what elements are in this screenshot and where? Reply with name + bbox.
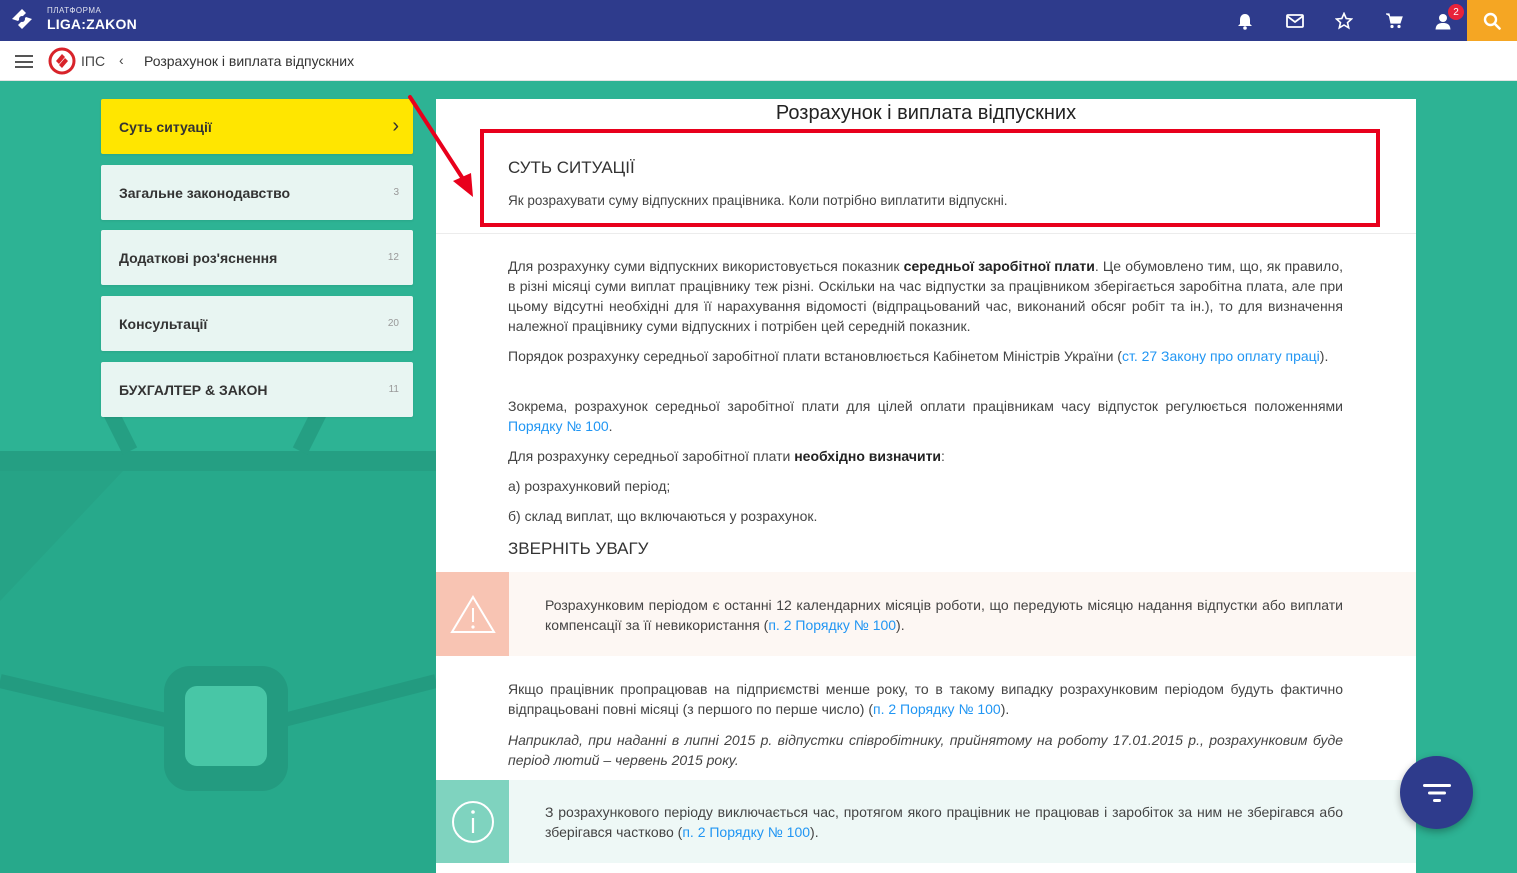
breadcrumb-title: Розрахунок і виплата відпускних (144, 53, 355, 69)
sidebar-item-label: БУХГАЛТЕР & ЗАКОН (119, 381, 268, 398)
logo-small-text: ПЛАТФОРМА (47, 6, 102, 15)
sidebar-item-accountant-law[interactable]: БУХГАЛТЕР & ЗАКОН 11 (101, 362, 413, 417)
summary-highlight-box: СУТЬ СИТУАЦІЇ Як розрахувати суму відпус… (480, 129, 1380, 227)
ips-link[interactable]: ІПС (81, 53, 105, 69)
sidebar-item-clarifications[interactable]: Додаткові роз'яснення 12 (101, 230, 413, 285)
order-link[interactable]: п. 2 Порядку № 100 (768, 617, 896, 633)
liga-zakon-logo[interactable]: ПЛАТФОРМА LIGA:ZAKON (8, 5, 137, 33)
document-title: Розрахунок і виплата відпускних (775, 102, 1077, 124)
order-link[interactable]: п. 2 Порядку № 100 (873, 701, 1001, 717)
paragraph: Якщо працівник пропрацював на підприємст… (508, 681, 1343, 717)
cart-icon[interactable] (1383, 10, 1405, 32)
warning-block: Розрахунковим періодом є останні 12 кале… (436, 572, 1416, 656)
bell-icon[interactable] (1234, 10, 1256, 32)
attention-heading: ЗВЕРНІТЬ УВАГУ (508, 539, 649, 558)
logo-big-text: LIGA:ZAKON (47, 16, 137, 32)
sidebar-item-label: Додаткові роз'яснення (119, 249, 278, 266)
summary-text: Як розрахувати суму відпускних працівник… (508, 193, 1008, 208)
sidebar-item-label: Суть ситуації (119, 118, 212, 135)
summary-heading: СУТЬ СИТУАЦІЇ (508, 158, 635, 177)
paragraph: Зокрема, розрахунок середньої заробітної… (508, 398, 1343, 434)
paragraph: Для розрахунку середньої заробітної плат… (508, 448, 945, 464)
top-bar: ПЛАТФОРМА LIGA:ZAKON 2 (0, 0, 1517, 41)
sidebar-item-general-law[interactable]: Загальне законодавство 3 (101, 165, 413, 220)
list-item: б) склад виплат, що включаються у розрах… (508, 508, 818, 524)
sidebar-item-count: 12 (387, 252, 399, 263)
sidebar-item-label: Консультації (119, 315, 208, 332)
divider (436, 233, 1416, 234)
sidebar-item-count: 3 (393, 187, 399, 198)
paragraph: Для розрахунку суми відпускних використо… (508, 258, 1343, 334)
search-button[interactable] (1467, 0, 1517, 41)
chevron-right-icon: › (392, 115, 399, 137)
liga-logo-icon (12, 9, 32, 29)
breadcrumb-bar: ІПС ‹ Розрахунок і виплата відпускних (0, 41, 1517, 81)
ips-logo-icon[interactable] (48, 47, 76, 75)
annotation-arrow (408, 95, 473, 197)
star-icon[interactable] (1333, 10, 1355, 32)
warning-icon (436, 572, 509, 656)
chevron-left-icon[interactable]: ‹ (119, 52, 124, 68)
order-link[interactable]: п. 2 Порядку № 100 (682, 824, 810, 840)
order-link[interactable]: Порядку № 100 (508, 418, 609, 434)
list-item: а) розрахунковий період; (508, 478, 671, 494)
example-paragraph: Наприклад, при наданні в липні 2015 р. в… (508, 732, 1343, 768)
sidebar-item-count: 11 (388, 384, 399, 395)
menu-icon[interactable] (15, 55, 33, 68)
filter-icon (1422, 783, 1451, 802)
warning-text: Розрахунковим періодом є останні 12 кале… (545, 597, 1343, 633)
sidebar-item-situation[interactable]: Суть ситуації › (101, 99, 413, 154)
notification-badge: 2 (1448, 4, 1464, 20)
info-icon (436, 780, 509, 863)
mail-icon[interactable] (1284, 10, 1306, 32)
document-panel: Розрахунок і виплата відпускних СУТЬ СИТ… (436, 99, 1416, 873)
filter-button[interactable] (1400, 756, 1473, 829)
sidebar-item-count: 20 (387, 318, 399, 329)
law-link[interactable]: ст. 27 Закону про оплату праці (1122, 348, 1320, 364)
paragraph: Порядок розрахунку середньої заробітної … (508, 348, 1329, 364)
info-block: З розрахункового періоду виключається ча… (436, 780, 1416, 863)
sidebar-item-consultations[interactable]: Консультації 20 (101, 296, 413, 351)
sidebar-item-label: Загальне законодавство (119, 184, 291, 201)
info-text: З розрахункового періоду виключається ча… (545, 804, 1343, 840)
search-icon (1483, 12, 1501, 30)
